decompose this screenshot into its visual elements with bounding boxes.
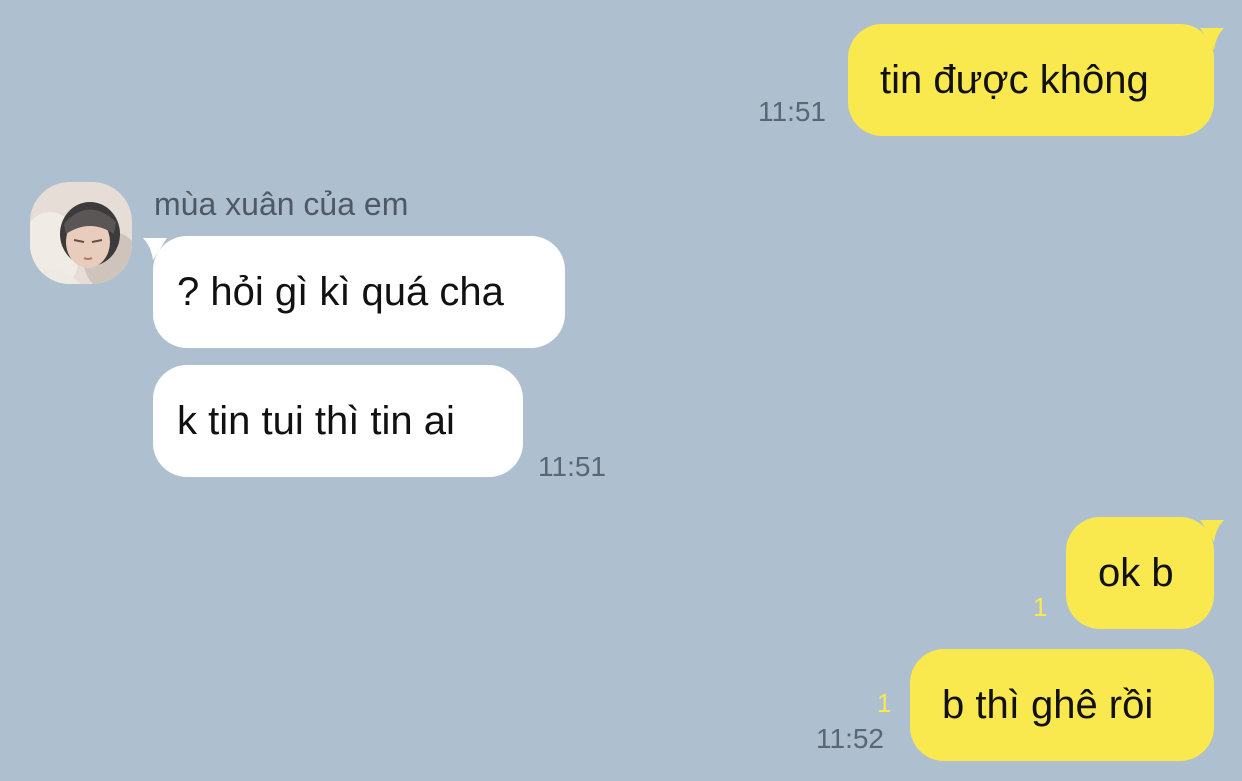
message-text: ok b (1098, 551, 1174, 595)
message-text: b thì ghê rồi (942, 683, 1154, 727)
contact-avatar[interactable] (30, 182, 132, 284)
message-text: ? hỏi gì kì quá cha (177, 270, 504, 314)
message-bubble-sent[interactable]: ok b (1066, 517, 1214, 629)
bubble-tail (1200, 520, 1224, 542)
message-bubble-sent[interactable]: b thì ghê rồi (910, 649, 1214, 761)
unread-count: 1 (1033, 592, 1048, 622)
message-bubble-received[interactable]: ? hỏi gì kì quá cha (153, 236, 565, 348)
message-time: 11:51 (758, 96, 826, 127)
message-bubble-received[interactable]: k tin tui thì tin ai (153, 365, 523, 477)
message-text: k tin tui thì tin ai (177, 399, 455, 443)
message-time: 11:51 (538, 451, 606, 482)
bubble-tail (1200, 28, 1224, 50)
contact-name: mùa xuân của em (154, 186, 409, 222)
unread-count: 1 (877, 688, 892, 718)
message-bubble-sent[interactable]: tin được không (848, 24, 1214, 136)
avatar-image (30, 182, 132, 284)
chat-view: tin được không 11:51 mùa xuân của em ? h… (0, 0, 1242, 781)
message-text: tin được không (880, 58, 1149, 102)
message-time: 11:52 (816, 723, 884, 754)
